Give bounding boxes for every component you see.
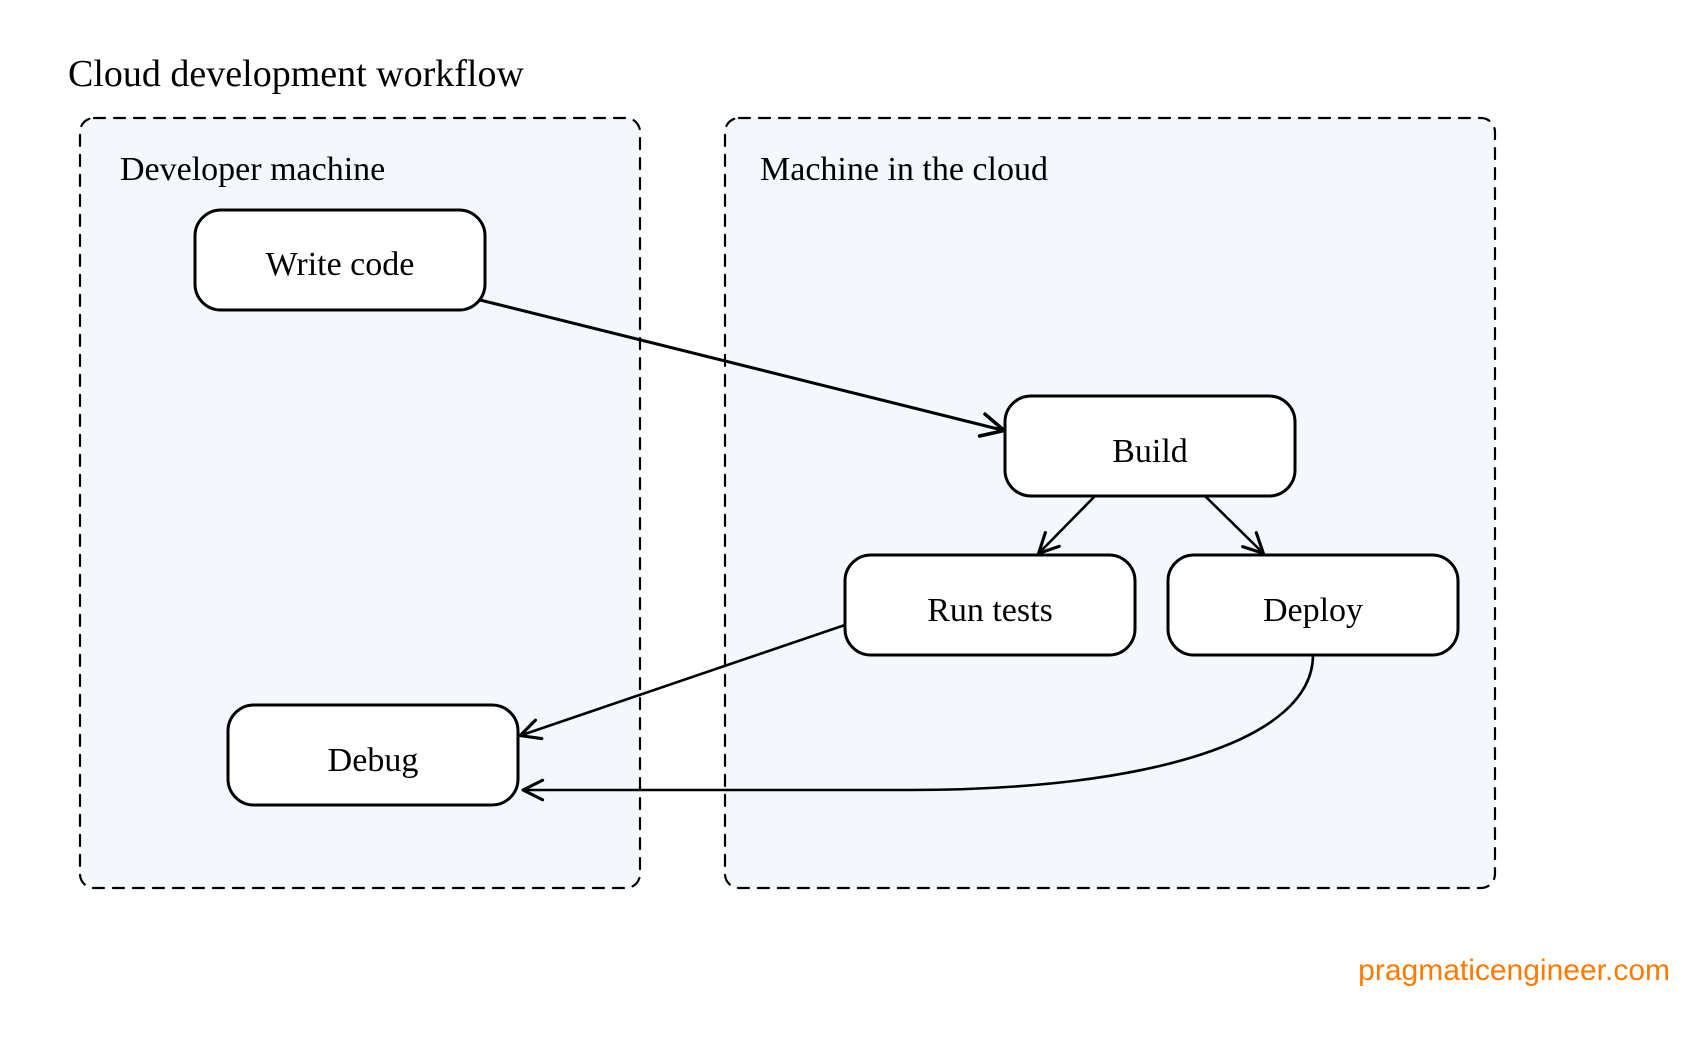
node-debug-label: Debug (328, 742, 419, 779)
node-build: Build (1005, 396, 1295, 496)
diagram-title: Cloud development workflow (68, 53, 524, 95)
node-deploy-label: Deploy (1263, 592, 1363, 629)
node-run-tests: Run tests (845, 555, 1135, 655)
node-debug: Debug (228, 705, 518, 805)
group-cloud-machine-label: Machine in the cloud (760, 151, 1048, 188)
node-write-code: Write code (195, 210, 485, 310)
group-developer-machine-label: Developer machine (120, 151, 385, 188)
node-write-code-label: Write code (266, 246, 415, 283)
node-run-tests-label: Run tests (927, 592, 1053, 629)
group-cloud-machine: Machine in the cloud (725, 118, 1495, 888)
node-build-label: Build (1112, 433, 1188, 470)
attribution-link[interactable]: pragmaticengineer.com (1358, 954, 1670, 987)
node-deploy: Deploy (1168, 555, 1458, 655)
